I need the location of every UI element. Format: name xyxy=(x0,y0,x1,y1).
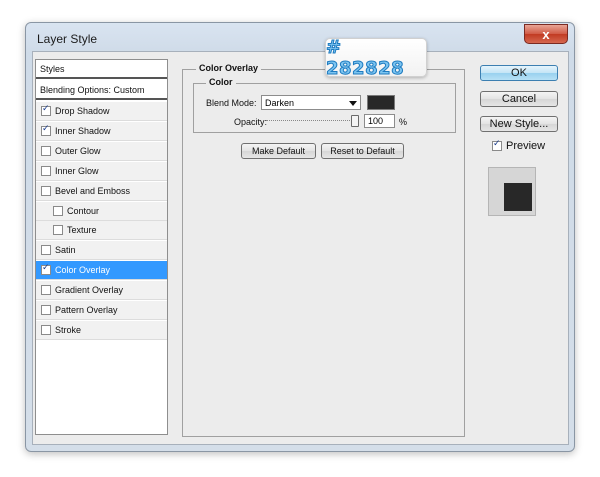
style-item-label: Satin xyxy=(55,245,76,256)
color-hex-callout: # 282828 xyxy=(325,36,427,79)
style-item-bevel-and-emboss[interactable]: Bevel and Emboss xyxy=(36,181,167,201)
style-item-label: Outer Glow xyxy=(55,145,101,156)
opacity-slider[interactable] xyxy=(266,120,356,123)
new-style-button[interactable]: New Style... xyxy=(480,116,558,132)
color-hex-text: # 282828 xyxy=(326,36,405,79)
preview-thumbnail xyxy=(488,167,536,216)
style-item-label: Bevel and Emboss xyxy=(55,185,131,196)
color-overlay-title: Color Overlay xyxy=(196,63,262,73)
close-button[interactable]: x xyxy=(524,24,568,44)
style-item-checkbox[interactable] xyxy=(41,145,51,156)
style-item-label: Contour xyxy=(67,205,100,216)
opacity-unit: % xyxy=(399,117,408,127)
style-item-label: Drop Shadow xyxy=(55,106,110,116)
opacity-label: Opacity: xyxy=(234,117,268,127)
style-item-checkbox[interactable] xyxy=(53,205,63,216)
blend-mode-select[interactable]: Darken xyxy=(261,95,361,110)
dialog-title: Layer Style xyxy=(37,32,98,46)
preview-toggle[interactable]: Preview xyxy=(492,139,546,152)
style-item-checkbox[interactable] xyxy=(41,285,51,296)
preview-swatch xyxy=(504,183,532,211)
style-item-checkbox[interactable] xyxy=(41,245,51,256)
style-item-checkbox[interactable] xyxy=(41,305,51,315)
reset-to-default-button[interactable]: Reset to Default xyxy=(321,143,404,159)
style-item-checkbox[interactable] xyxy=(53,225,63,236)
blend-mode-value: Darken xyxy=(265,98,295,108)
chevron-down-icon xyxy=(349,101,357,106)
style-item-drop-shadow[interactable]: Drop Shadow xyxy=(36,102,167,121)
style-item-checkbox[interactable] xyxy=(41,324,51,335)
style-item-gradient-overlay[interactable]: Gradient Overlay xyxy=(36,281,167,301)
opacity-input[interactable]: 100 xyxy=(364,114,395,128)
style-item-checkbox[interactable] xyxy=(41,124,51,136)
style-item-contour[interactable]: Contour xyxy=(36,201,167,221)
style-item-label: Inner Shadow xyxy=(55,125,111,136)
blending-options-label: Blending Options: Custom xyxy=(40,84,145,95)
style-item-label: Pattern Overlay xyxy=(55,305,118,315)
blend-mode-label: Blend Mode: xyxy=(206,98,257,108)
style-item-label: Inner Glow xyxy=(55,165,99,176)
ok-button[interactable]: OK xyxy=(480,65,558,81)
style-item-inner-shadow[interactable]: Inner Shadow xyxy=(36,121,167,141)
style-item-satin[interactable]: Satin xyxy=(36,241,167,261)
style-item-checkbox[interactable] xyxy=(41,263,51,276)
preview-checkbox[interactable] xyxy=(492,139,502,151)
color-subgroup-title: Color xyxy=(206,77,236,87)
style-item-label: Texture xyxy=(67,225,97,236)
style-item-outer-glow[interactable]: Outer Glow xyxy=(36,141,167,161)
blending-options-item[interactable]: Blending Options: Custom xyxy=(36,81,167,100)
style-item-label: Color Overlay xyxy=(55,265,111,276)
cancel-button[interactable]: Cancel xyxy=(480,91,558,107)
make-default-button[interactable]: Make Default xyxy=(241,143,316,159)
style-item-checkbox[interactable] xyxy=(41,165,51,176)
close-icon: x xyxy=(542,26,550,42)
opacity-slider-thumb[interactable] xyxy=(351,115,359,127)
style-item-label: Gradient Overlay xyxy=(55,285,124,296)
style-item-texture[interactable]: Texture xyxy=(36,221,167,241)
style-item-color-overlay[interactable]: Color Overlay xyxy=(36,261,167,281)
style-item-checkbox[interactable] xyxy=(41,104,51,116)
styles-list: Styles Blending Options: Custom Drop Sha… xyxy=(35,59,168,435)
styles-header-label: Styles xyxy=(40,63,65,74)
style-item-stroke[interactable]: Stroke xyxy=(36,320,167,340)
style-item-label: Stroke xyxy=(55,324,82,335)
style-item-checkbox[interactable] xyxy=(41,185,51,196)
overlay-color-swatch[interactable] xyxy=(367,95,395,110)
style-item-pattern-overlay[interactable]: Pattern Overlay xyxy=(36,301,167,320)
preview-label: Preview xyxy=(506,140,546,152)
layer-style-dialog: Layer Style x Styles Blending Options: C… xyxy=(25,22,575,452)
style-item-inner-glow[interactable]: Inner Glow xyxy=(36,161,167,181)
styles-header[interactable]: Styles xyxy=(36,60,167,79)
